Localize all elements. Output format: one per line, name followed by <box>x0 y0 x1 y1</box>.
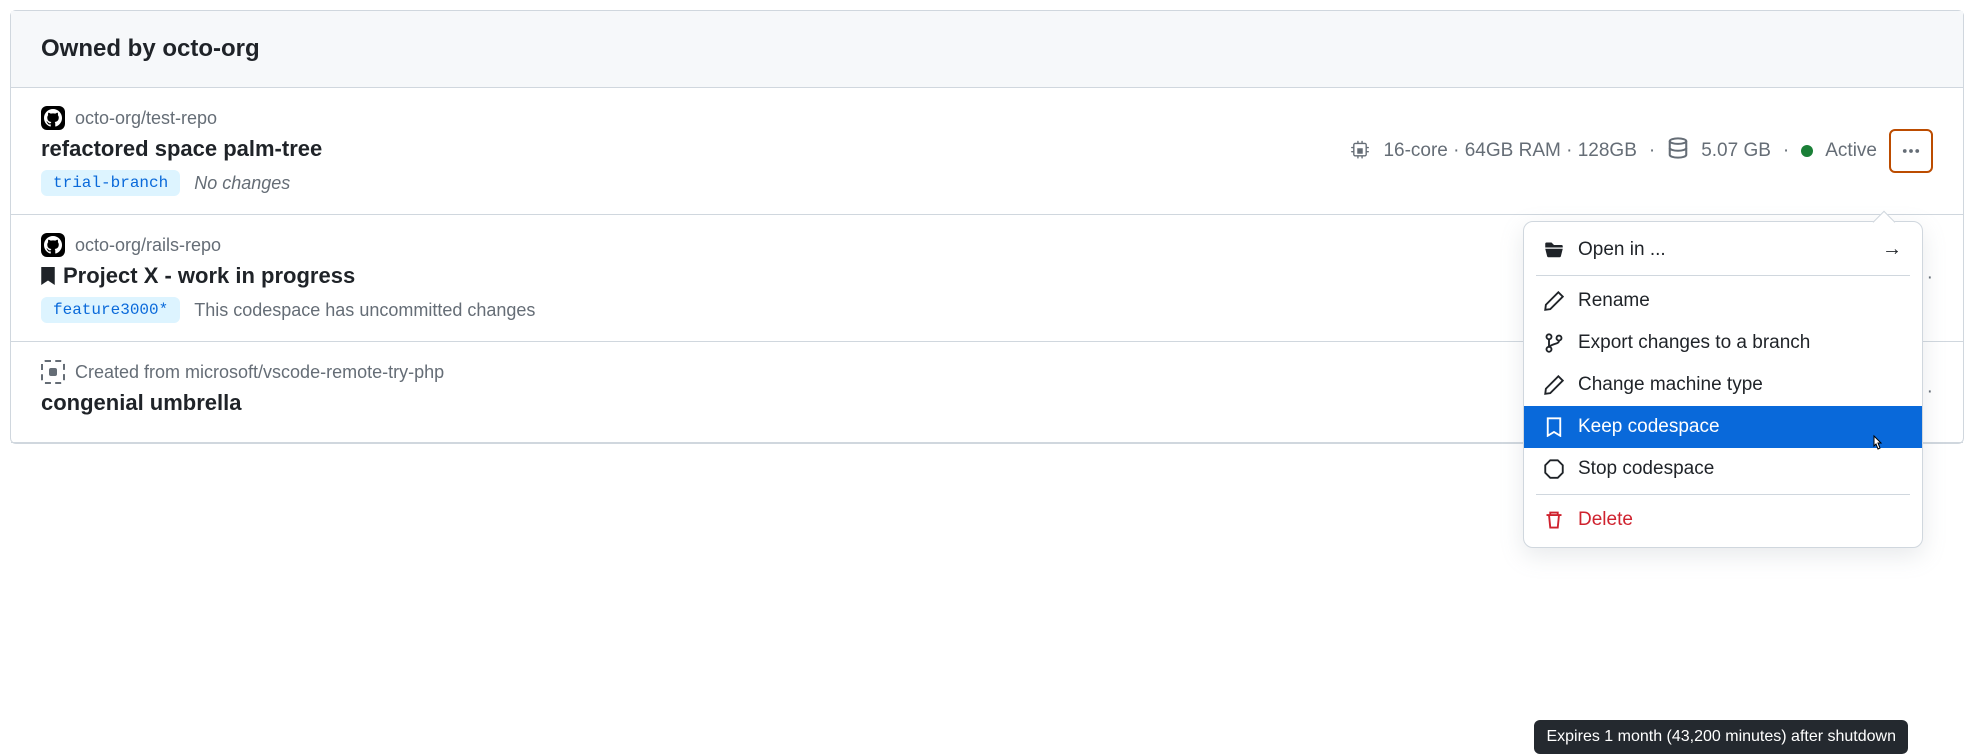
changes-status: No changes <box>194 173 290 194</box>
menu-rename[interactable]: Rename <box>1524 280 1922 322</box>
stop-icon <box>1544 459 1564 479</box>
menu-open-in[interactable]: Open in ... → <box>1524 228 1922 271</box>
menu-export-branch[interactable]: Export changes to a branch <box>1524 322 1922 364</box>
arrow-right-icon: → <box>1882 238 1902 261</box>
repo-name[interactable]: octo-org/test-repo <box>75 108 217 129</box>
folder-open-icon <box>1544 240 1564 260</box>
kebab-menu-button[interactable] <box>1889 129 1933 173</box>
bookmark-icon <box>41 267 55 285</box>
branch-pill[interactable]: trial-branch <box>41 170 180 196</box>
github-icon <box>41 233 65 257</box>
repo-name[interactable]: octo-org/rails-repo <box>75 235 221 256</box>
database-icon <box>1667 137 1689 165</box>
pencil-icon <box>1544 291 1564 311</box>
codespace-name[interactable]: refactored space palm-tree <box>41 136 1329 162</box>
github-icon <box>41 106 65 130</box>
panel-header: Owned by octo-org <box>11 11 1963 88</box>
changes-status: This codespace has uncommitted changes <box>194 300 535 321</box>
storage-size: 5.07 GB <box>1701 140 1771 162</box>
repo-name[interactable]: Created from microsoft/vscode-remote-try… <box>75 362 444 383</box>
codespace-name[interactable]: congenial umbrella <box>41 390 1639 416</box>
menu-change-machine[interactable]: Change machine type <box>1524 364 1922 406</box>
menu-divider <box>1536 494 1910 495</box>
bookmark-icon <box>1544 417 1564 437</box>
status-dot-icon <box>1801 145 1813 157</box>
pencil-icon <box>1544 375 1564 395</box>
codespaces-panel: Owned by octo-org octo-org/test-repo ref… <box>10 10 1964 444</box>
menu-divider <box>1536 275 1910 276</box>
codespace-row: octo-org/test-repo refactored space palm… <box>11 88 1963 215</box>
status-text: Active <box>1825 140 1877 162</box>
menu-stop-codespace[interactable]: Stop codespace Expires 1 month (43,200 m… <box>1524 448 1922 490</box>
cpu-icon <box>1349 140 1371 162</box>
codespace-actions-menu: Open in ... → Rename Export changes to a… <box>1523 221 1923 548</box>
menu-delete[interactable]: Delete <box>1524 499 1922 541</box>
machine-specs: 16-core · 64GB RAM · 128GB <box>1383 140 1636 162</box>
branch-pill[interactable]: feature3000* <box>41 297 180 323</box>
template-icon <box>41 360 65 384</box>
tooltip: Expires 1 month (43,200 minutes) after s… <box>1534 720 1908 754</box>
codespace-name[interactable]: Project X - work in progress <box>41 263 1628 289</box>
trash-icon <box>1544 510 1564 530</box>
menu-keep-codespace[interactable]: Keep codespace <box>1524 406 1922 448</box>
git-branch-icon <box>1544 333 1564 353</box>
